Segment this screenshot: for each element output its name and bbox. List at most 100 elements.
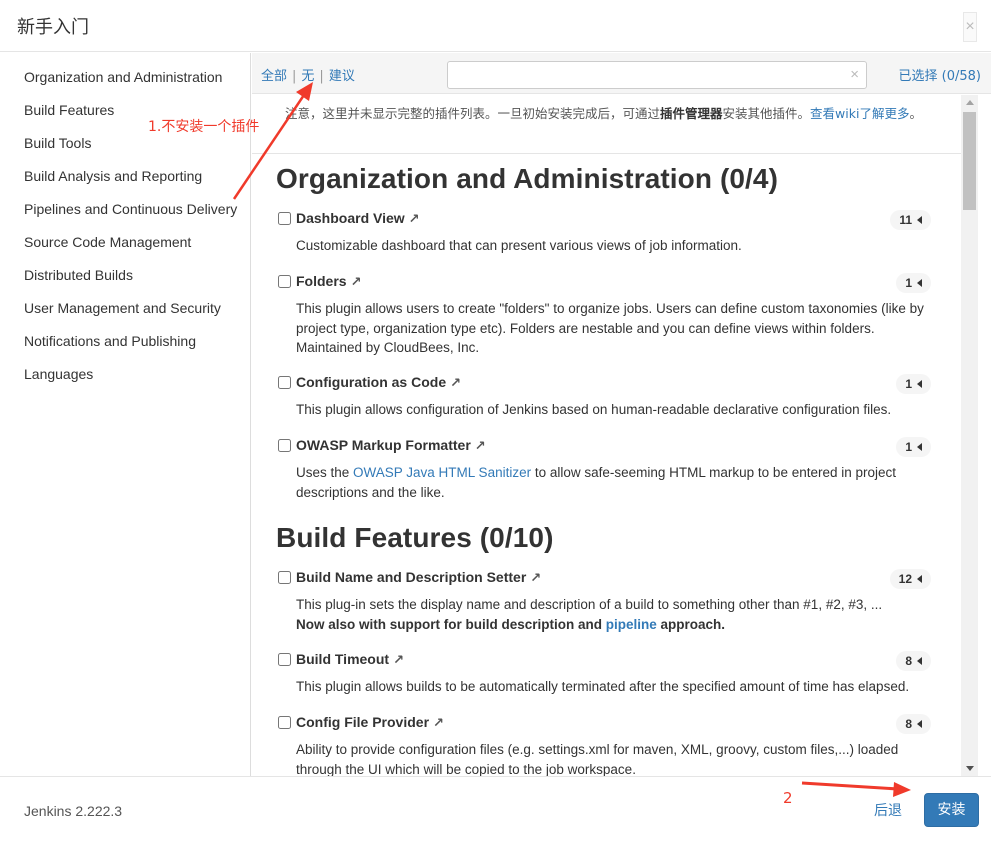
dependency-count: 1 <box>905 440 912 454</box>
plugin-item: Build Timeout ↗ 8 This plugin allows buil… <box>278 651 938 697</box>
plugin-item: Configuration as Code ↗ 1 This plugin all… <box>278 374 938 420</box>
plugin-checkbox[interactable] <box>278 275 291 288</box>
description-text: Now also with support for build descript… <box>296 616 606 632</box>
selected-count-link[interactable]: 已选择 (0/58) <box>899 65 981 84</box>
close-button[interactable]: × <box>963 12 977 42</box>
plugin-toolbar: 全部 | 无 | 建议 × 已选择 (0/58) <box>252 53 991 94</box>
notice-divider <box>252 153 961 154</box>
plugin-checkbox[interactable] <box>278 653 291 666</box>
sidebar-item-pipelines-continuous-delivery[interactable]: Pipelines and Continuous Delivery <box>0 200 250 219</box>
sidebar-item-distributed-builds[interactable]: Distributed Builds <box>0 266 250 285</box>
plugin-name-text: Folders <box>296 273 347 289</box>
dependency-count: 12 <box>898 572 912 586</box>
plugin-name[interactable]: Build Timeout ↗ <box>296 651 404 668</box>
wiki-link[interactable]: 查看wiki了解更多 <box>810 106 909 121</box>
back-button[interactable]: 后退 <box>874 800 902 820</box>
scroll-down-icon[interactable] <box>966 766 974 771</box>
dialog-footer: Jenkins 2.222.3 后退 安装 <box>0 776 991 841</box>
pipeline-link[interactable]: pipeline <box>606 617 657 632</box>
external-link-icon[interactable]: ↗ <box>393 652 404 667</box>
plugin-name-text: OWASP Markup Formatter <box>296 437 471 453</box>
plugin-name[interactable]: Build Name and Description Setter ↗ <box>296 569 541 586</box>
plugin-item: Build Name and Description Setter ↗ 12 Th… <box>278 569 938 634</box>
dependency-count: 11 <box>899 213 912 227</box>
caret-left-icon <box>917 720 922 728</box>
external-link-icon[interactable]: ↗ <box>530 570 541 585</box>
plugin-search-box: × <box>447 61 867 89</box>
dependency-badge[interactable]: 11 <box>890 210 931 230</box>
caret-left-icon <box>917 657 922 665</box>
plugin-checkbox[interactable] <box>278 571 291 584</box>
plugin-checkbox[interactable] <box>278 439 291 452</box>
sidebar-item-build-tools[interactable]: Build Tools <box>0 134 250 153</box>
plugin-checkbox[interactable] <box>278 716 291 729</box>
category-heading-organization: Organization and Administration (0/4) <box>276 163 779 194</box>
plugin-search-input[interactable] <box>448 62 838 88</box>
dependency-badge[interactable]: 1 <box>896 437 931 457</box>
install-button[interactable]: 安装 <box>924 793 979 827</box>
plugin-description: Customizable dashboard that can present … <box>296 238 742 253</box>
external-link-icon[interactable]: ↗ <box>450 375 461 390</box>
caret-left-icon <box>917 279 922 287</box>
caret-left-icon <box>917 443 922 451</box>
scroll-up-icon[interactable] <box>966 100 974 105</box>
clear-search-icon[interactable]: × <box>850 66 859 83</box>
dependency-count: 8 <box>905 717 912 731</box>
filter-separator: | <box>319 69 324 84</box>
external-link-icon[interactable]: ↗ <box>409 211 420 226</box>
dependency-badge[interactable]: 8 <box>896 714 931 734</box>
filter-all-link[interactable]: 全部 <box>261 69 287 84</box>
owasp-sanitizer-link[interactable]: OWASP Java HTML Sanitizer <box>353 465 531 480</box>
dependency-badge[interactable]: 8 <box>896 651 931 671</box>
notice-text-2: 安装其他插件。 <box>722 106 811 121</box>
plugin-item: Config File Provider ↗ 8 Ability to provi… <box>278 714 938 776</box>
sidebar-item-build-analysis-reporting[interactable]: Build Analysis and Reporting <box>0 167 250 186</box>
sidebar-item-notifications-publishing[interactable]: Notifications and Publishing <box>0 332 250 351</box>
filter-none-link[interactable]: 无 <box>301 69 314 84</box>
caret-left-icon <box>917 380 922 388</box>
install-notice: 注意，这里并未显示完整的插件列表。一旦初始安装完成后，可通过插件管理器安装其他插… <box>285 105 945 123</box>
plugin-name[interactable]: OWASP Markup Formatter ↗ <box>296 437 486 454</box>
plugin-name[interactable]: Configuration as Code ↗ <box>296 374 461 391</box>
sidebar-item-source-code-management[interactable]: Source Code Management <box>0 233 250 252</box>
caret-left-icon <box>917 216 922 224</box>
plugin-description: Ability to provide configuration files (… <box>296 742 899 776</box>
selection-filters: 全部 | 无 | 建议 <box>261 65 355 84</box>
sidebar-item-organization-administration[interactable]: Organization and Administration <box>0 68 250 87</box>
plugin-checkbox[interactable] <box>278 212 291 225</box>
plugin-item: Folders ↗ 1 This plugin allows users to c… <box>278 273 938 358</box>
scrollbar-thumb[interactable] <box>963 112 976 210</box>
plugin-name-text: Build Timeout <box>296 651 390 667</box>
annotation-note-1: 1.不安装一个插件 <box>148 119 260 135</box>
dependency-badge[interactable]: 1 <box>896 273 931 293</box>
plugin-name[interactable]: Dashboard View ↗ <box>296 210 420 227</box>
dependency-count: 1 <box>905 377 912 391</box>
content-scrollbar[interactable] <box>961 95 978 776</box>
external-link-icon[interactable]: ↗ <box>433 715 444 730</box>
plugin-description: This plugin allows users to create "fold… <box>296 301 924 355</box>
plugin-description: This plug-in sets the display name and d… <box>278 595 938 634</box>
notice-bold: 插件管理器 <box>660 106 723 121</box>
description-text: Uses the <box>296 465 354 480</box>
plugin-name-text: Dashboard View <box>296 210 405 226</box>
dependency-count: 8 <box>905 654 912 668</box>
external-link-icon[interactable]: ↗ <box>475 438 486 453</box>
external-link-icon[interactable]: ↗ <box>351 274 362 289</box>
plugin-name[interactable]: Config File Provider ↗ <box>296 714 444 731</box>
plugin-name-text: Config File Provider <box>296 714 430 730</box>
sidebar-item-languages[interactable]: Languages <box>0 365 250 384</box>
category-sidebar: Organization and Administration Build Fe… <box>0 53 251 776</box>
category-heading-build-features: Build Features (0/10) <box>276 522 554 553</box>
dependency-badge[interactable]: 12 <box>889 569 931 589</box>
plugin-checkbox[interactable] <box>278 376 291 389</box>
plugin-name-text: Configuration as Code <box>296 374 447 390</box>
plugin-description: This plugin allows builds to be automati… <box>296 679 910 694</box>
description-emphasis: Now also with support for build descript… <box>296 615 938 635</box>
dependency-badge[interactable]: 1 <box>896 374 931 394</box>
filter-suggested-link[interactable]: 建议 <box>329 69 355 84</box>
caret-left-icon <box>917 575 922 583</box>
plugin-name[interactable]: Folders ↗ <box>296 273 361 290</box>
description-text: approach. <box>656 616 726 632</box>
dependency-count: 1 <box>905 276 912 290</box>
sidebar-item-user-management-security[interactable]: User Management and Security <box>0 299 250 318</box>
